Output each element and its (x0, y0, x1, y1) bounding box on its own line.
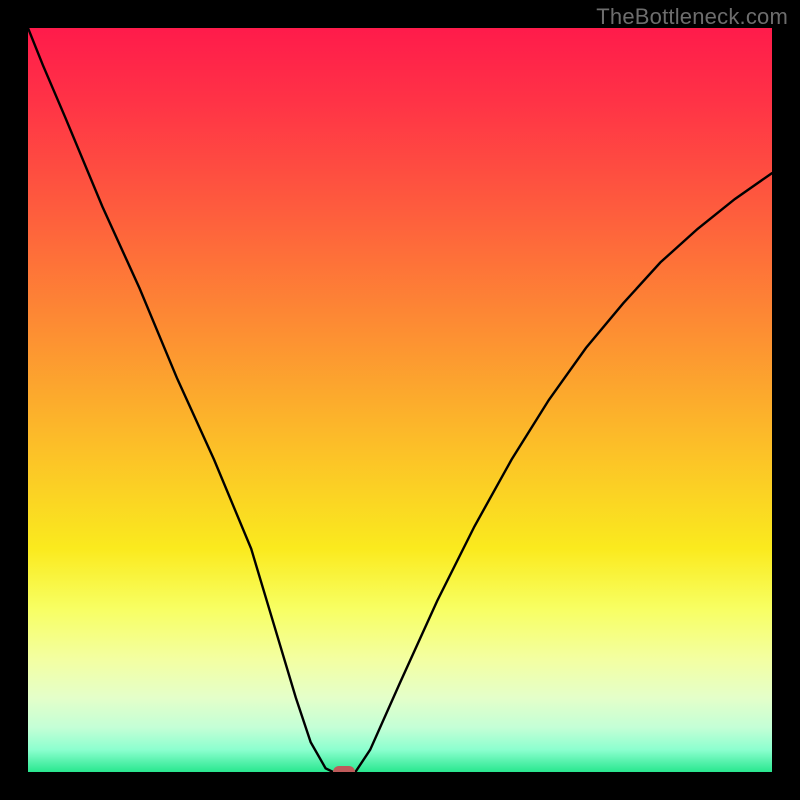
watermark-text: TheBottleneck.com (596, 4, 788, 30)
bottleneck-curve (28, 28, 772, 772)
optimal-marker (333, 766, 355, 772)
chart-frame: TheBottleneck.com (0, 0, 800, 800)
plot-area (28, 28, 772, 772)
